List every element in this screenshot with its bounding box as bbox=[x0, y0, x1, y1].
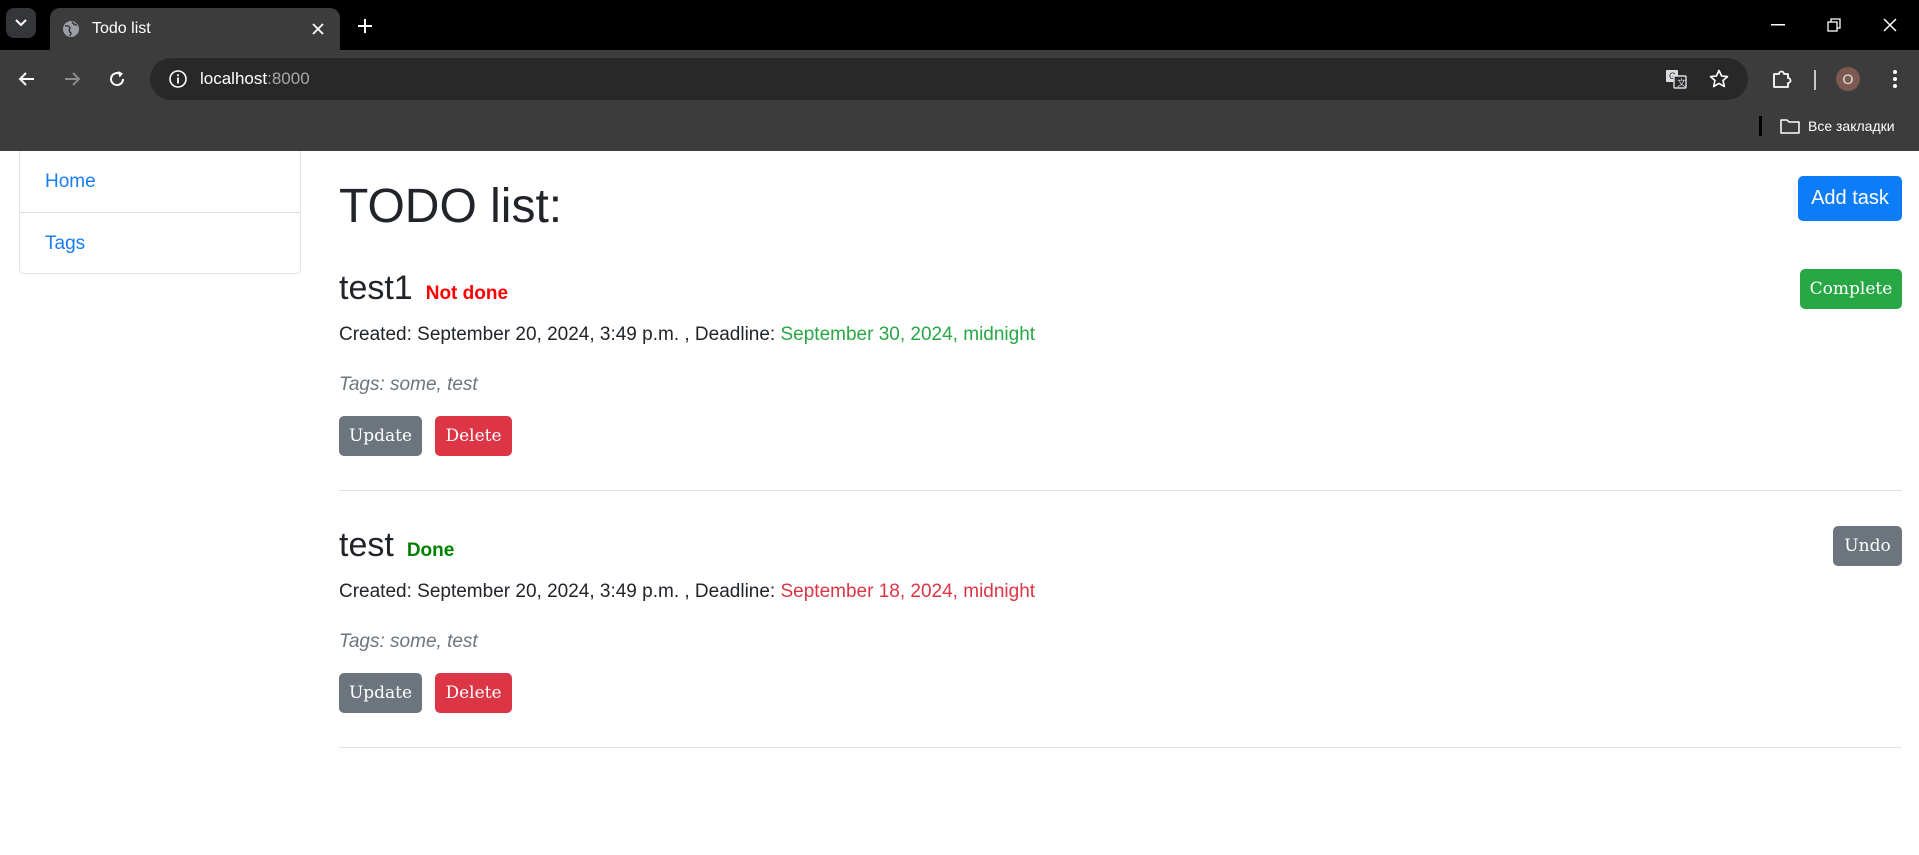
url-port: :8000 bbox=[267, 69, 310, 88]
tab-strip: Todo list bbox=[0, 0, 1919, 50]
reload-button[interactable] bbox=[101, 63, 133, 95]
task-name: test bbox=[339, 526, 394, 564]
task-item: test1 Not done Complete Created: Septemb… bbox=[339, 269, 1902, 491]
task-name: test1 bbox=[339, 269, 413, 307]
sidebar-nav: Home Tags bbox=[19, 151, 301, 274]
browser-menu-button[interactable] bbox=[1879, 63, 1911, 95]
update-button[interactable]: Update bbox=[339, 673, 422, 713]
globe-icon bbox=[62, 20, 80, 38]
bookmarks-divider bbox=[1759, 116, 1762, 136]
tab-search-icon bbox=[15, 19, 27, 27]
close-window-button[interactable] bbox=[1870, 8, 1910, 42]
avatar: O bbox=[1836, 67, 1860, 91]
add-task-button[interactable]: Add task bbox=[1798, 176, 1902, 221]
all-bookmarks-label: Все закладки bbox=[1808, 118, 1895, 134]
restore-icon bbox=[1827, 18, 1841, 32]
page-title: TODO list: bbox=[339, 180, 563, 233]
extensions-button[interactable] bbox=[1766, 63, 1798, 95]
info-icon[interactable] bbox=[156, 69, 200, 89]
browser-tab[interactable]: Todo list bbox=[50, 8, 340, 50]
browser-toolbar: localhost:8000 G文 O bbox=[0, 50, 1919, 108]
deadline-text: September 30, 2024, midnight bbox=[780, 324, 1036, 345]
forward-button[interactable] bbox=[56, 63, 88, 95]
tab-title: Todo list bbox=[92, 20, 151, 37]
back-button[interactable] bbox=[11, 63, 43, 95]
status-badge: Not done bbox=[425, 283, 509, 304]
delete-button[interactable]: Delete bbox=[435, 673, 512, 713]
created-text: Created: September 20, 2024, 3:49 p.m. ,… bbox=[339, 324, 781, 345]
star-icon[interactable] bbox=[1702, 58, 1736, 100]
bookmarks-bar: Все закладки bbox=[0, 108, 1919, 151]
undo-button[interactable]: Undo bbox=[1833, 526, 1902, 566]
minimize-icon bbox=[1771, 24, 1785, 26]
profile-button[interactable]: O bbox=[1832, 63, 1864, 95]
forward-icon bbox=[65, 72, 81, 86]
task-tags: Tags: some, test bbox=[339, 631, 478, 652]
task-header: test1 Not done bbox=[339, 269, 508, 308]
task-item: test Done Undo Created: September 20, 20… bbox=[339, 526, 1902, 748]
svg-text:文: 文 bbox=[1677, 77, 1686, 88]
plus-icon bbox=[358, 19, 372, 33]
task-dates: Created: September 20, 2024, 3:49 p.m. ,… bbox=[339, 324, 1035, 346]
update-button[interactable]: Update bbox=[339, 416, 422, 456]
task-tags: Tags: some, test bbox=[339, 374, 478, 395]
translate-icon[interactable]: G文 bbox=[1659, 58, 1693, 100]
url-host: localhost bbox=[200, 69, 268, 88]
sidebar-item-home[interactable]: Home bbox=[20, 151, 300, 212]
close-icon bbox=[1883, 18, 1897, 32]
deadline-text: September 18, 2024, midnight bbox=[780, 581, 1036, 602]
address-bar[interactable]: localhost:8000 G文 bbox=[150, 58, 1748, 100]
all-bookmarks-button[interactable]: Все закладки bbox=[1780, 113, 1895, 139]
new-tab-button[interactable] bbox=[351, 12, 379, 40]
extensions-icon bbox=[1773, 70, 1792, 88]
sidebar-item-tags[interactable]: Tags bbox=[20, 212, 300, 273]
complete-button[interactable]: Complete bbox=[1800, 269, 1902, 309]
back-icon bbox=[18, 72, 34, 86]
task-actions: Update Delete bbox=[339, 416, 512, 456]
minimize-button[interactable] bbox=[1758, 8, 1798, 42]
close-icon[interactable] bbox=[308, 19, 328, 39]
task-dates: Created: September 20, 2024, 3:49 p.m. ,… bbox=[339, 581, 1035, 603]
delete-button[interactable]: Delete bbox=[435, 416, 512, 456]
page-viewport: Home Tags TODO list: Add task test1 Not … bbox=[0, 151, 1919, 855]
folder-icon bbox=[1780, 119, 1800, 134]
toolbar-divider bbox=[1814, 70, 1816, 90]
status-badge: Done bbox=[406, 540, 455, 561]
restore-button[interactable] bbox=[1814, 8, 1854, 42]
menu-icon bbox=[1893, 70, 1897, 88]
reload-icon bbox=[110, 71, 125, 87]
task-header: test Done bbox=[339, 526, 454, 565]
created-text: Created: September 20, 2024, 3:49 p.m. ,… bbox=[339, 581, 781, 602]
tab-search-button[interactable] bbox=[6, 8, 36, 38]
task-actions: Update Delete bbox=[339, 673, 512, 713]
